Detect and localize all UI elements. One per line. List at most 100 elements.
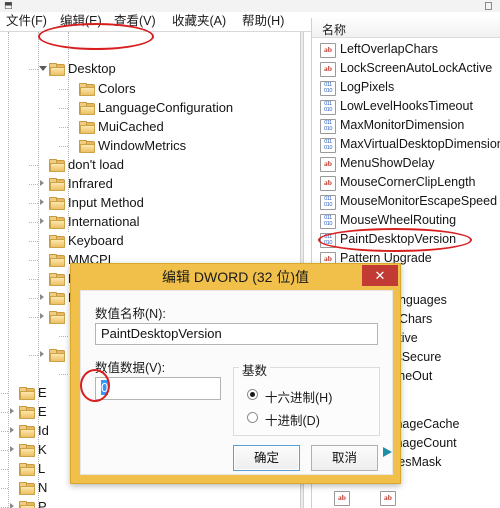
- edit-dword-dialog[interactable]: 编辑 DWORD (32 位)值 ✕ 数值名称(N): PaintDesktop…: [70, 263, 401, 484]
- value-name-input[interactable]: PaintDesktopVersion: [95, 323, 378, 345]
- value-name: LowLevelHooksTimeout: [340, 99, 473, 113]
- value-row[interactable]: 011 010 PaintDesktopVersion: [312, 230, 500, 249]
- tree-item-label: Infrared: [68, 176, 113, 191]
- value-row[interactable]: 011 010 MaxVirtualDesktopDimension: [312, 135, 500, 154]
- tree-guide-line: [0, 450, 8, 452]
- value-row[interactable]: 011 010 MouseWheelRouting: [312, 211, 500, 230]
- folder-icon: [79, 140, 95, 153]
- tree-item-label: P: [38, 499, 47, 508]
- tree-item[interactable]: Keyboard: [38, 231, 300, 251]
- value-row[interactable]: 011 010 LowLevelHooksTimeout: [312, 97, 500, 116]
- value-row[interactable]: ab MenuShowDelay: [312, 154, 500, 173]
- tree-guide-line: [0, 431, 8, 433]
- value-data-input[interactable]: 0: [95, 377, 221, 400]
- menu-item-4[interactable]: 收藏夹(A): [170, 14, 228, 29]
- tree-item[interactable]: MuiCached: [68, 117, 300, 137]
- radio-dec-label: 十进制(D): [265, 414, 320, 428]
- chevron-right-icon[interactable]: [40, 218, 44, 224]
- values-column-header[interactable]: 名称: [312, 18, 500, 38]
- tree-item[interactable]: Infrared: [38, 174, 300, 194]
- folder-icon: [49, 292, 65, 305]
- tree-guide-line: [29, 203, 38, 205]
- chevron-right-icon[interactable]: [10, 427, 14, 433]
- tree-item-label: Input Method: [68, 195, 144, 210]
- value-row[interactable]: ab LockScreenAutoLockActive: [312, 59, 500, 78]
- tree-item[interactable]: Desktop: [38, 59, 300, 79]
- dialog-close-button[interactable]: ✕: [362, 265, 398, 286]
- value-row[interactable]: ab MouseCornerClipLength: [312, 173, 500, 192]
- chevron-right-icon[interactable]: [40, 180, 44, 186]
- dword-value-icon: 011 010: [320, 81, 336, 96]
- folder-icon: [49, 178, 65, 191]
- registry-editor-icon: ⬒: [4, 0, 13, 10]
- tree-guide-line: [0, 393, 8, 395]
- folder-icon: [49, 159, 65, 172]
- window-controls[interactable]: [484, 2, 496, 24]
- chevron-right-icon[interactable]: [10, 446, 14, 452]
- value-row[interactable]: 011 010 LogPixels: [312, 78, 500, 97]
- tree-item[interactable]: P: [8, 497, 300, 508]
- tree-item-label: K: [38, 442, 47, 457]
- folder-icon: [79, 102, 95, 115]
- menu-item-5[interactable]: 帮助(H): [240, 14, 286, 29]
- tree-item[interactable]: don't load: [38, 155, 300, 175]
- tree-guide-line: [59, 108, 68, 110]
- string-value-icon: ab: [320, 176, 336, 191]
- tree-guide-line: [59, 146, 68, 148]
- value-name: LogPixels: [340, 80, 395, 94]
- dialog-body: 数值名称(N): PaintDesktopVersion 数值数据(V): 0 …: [80, 290, 393, 475]
- tree-item[interactable]: Colors: [68, 79, 300, 99]
- chevron-right-icon[interactable]: [40, 199, 44, 205]
- value-name: LockScreenAutoLockActive: [340, 61, 493, 75]
- value-name: LeftOverlapChars: [340, 42, 438, 56]
- tree-guide-line: [59, 127, 68, 129]
- tree-item-label: Colors: [98, 81, 136, 96]
- annotation-pointer: [383, 447, 392, 457]
- value-row[interactable]: 011 010 MaxMonitorDimension: [312, 116, 500, 135]
- value-row[interactable]: 011 010 MouseMonitorEscapeSpeed: [312, 192, 500, 211]
- dword-value-icon: 011 010: [320, 233, 336, 248]
- cancel-button[interactable]: 取消: [311, 445, 378, 471]
- chevron-down-icon[interactable]: [39, 66, 47, 71]
- string-value-icon: ab: [320, 43, 336, 58]
- tree-item[interactable]: Input Method: [38, 193, 300, 213]
- string-value-icon: ab: [334, 491, 350, 506]
- dword-value-icon: 011 010: [320, 195, 336, 210]
- dialog-titlebar: 编辑 DWORD (32 位)值: [71, 264, 400, 288]
- dialog-title: 编辑 DWORD (32 位)值: [162, 269, 309, 285]
- value-name: MouseWheelRouting: [340, 213, 457, 227]
- folder-icon: [49, 349, 65, 362]
- folder-icon: [79, 121, 95, 134]
- chevron-right-icon[interactable]: [10, 408, 14, 414]
- tree-item[interactable]: LanguageConfiguration: [68, 98, 300, 118]
- chevron-right-icon[interactable]: [40, 313, 44, 319]
- tree-guide-line: [0, 488, 8, 490]
- string-value-icon: ab: [320, 62, 336, 77]
- menu-item-2[interactable]: 编辑(E): [58, 14, 104, 29]
- tree-guide-line: [29, 241, 38, 243]
- menu-item-1[interactable]: 文件(F): [4, 14, 49, 29]
- value-row[interactable]: ab LeftOverlapChars: [312, 40, 500, 59]
- dword-value-icon: 011 010: [320, 138, 336, 153]
- chevron-right-icon[interactable]: [40, 351, 44, 357]
- ok-button[interactable]: 确定: [233, 445, 300, 471]
- folder-icon: [19, 425, 35, 438]
- tree-guide-line: [29, 355, 38, 357]
- folder-icon: [19, 444, 35, 457]
- value-name: MouseCornerClipLength: [340, 175, 476, 189]
- folder-icon: [49, 216, 65, 229]
- tree-guide-line: [29, 260, 38, 262]
- minimize-icon[interactable]: [485, 2, 492, 10]
- menu-item-3[interactable]: 查看(V): [112, 14, 158, 29]
- tree-item[interactable]: WindowMetrics: [68, 136, 300, 156]
- chevron-right-icon[interactable]: [10, 503, 14, 508]
- tree-guide-line: [29, 184, 38, 186]
- folder-icon: [19, 463, 35, 476]
- folder-icon: [19, 387, 35, 400]
- tree-item[interactable]: International: [38, 212, 300, 232]
- value-name: MaxVirtualDesktopDimension: [340, 137, 500, 151]
- tree-guide-line: [29, 279, 38, 281]
- tree-guide-line: [59, 89, 68, 91]
- chevron-right-icon[interactable]: [40, 294, 44, 300]
- folder-icon: [19, 482, 35, 495]
